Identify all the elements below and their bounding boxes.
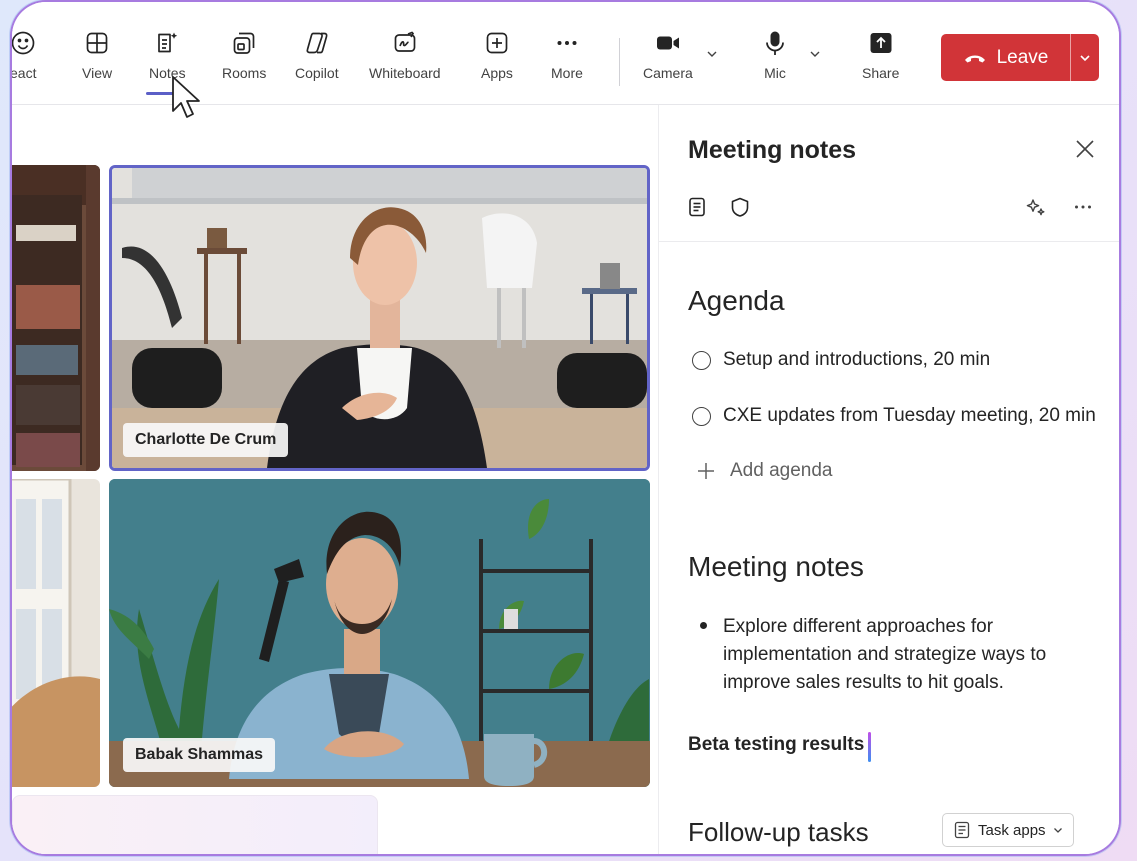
task-apps-label: Task apps <box>978 821 1046 839</box>
task-apps-button[interactable]: Task apps <box>942 813 1074 847</box>
notes-document-icon[interactable] <box>686 196 708 218</box>
chevron-down-icon <box>1080 54 1090 61</box>
copilot-button[interactable]: Copilot <box>295 30 339 81</box>
grid-view-icon <box>86 32 108 54</box>
react-label: eact <box>12 65 37 81</box>
agenda-item-text: Setup and introductions, 20 min <box>723 349 991 370</box>
mic-options-chevron-icon[interactable] <box>809 48 821 60</box>
camera-options-chevron-icon[interactable] <box>706 48 718 60</box>
sparkle-icon[interactable] <box>1025 196 1047 218</box>
more-button[interactable]: More <box>551 30 583 81</box>
meeting-notes-panel: Meeting notes Agenda Setup and introduct… <box>658 105 1119 854</box>
add-apps-icon <box>486 32 508 54</box>
share-upload-icon <box>870 33 892 53</box>
leave-label: Leave <box>996 46 1049 68</box>
more-dots-icon <box>557 41 577 45</box>
video-tile-active-speaker[interactable]: Charlotte De Crum <box>109 165 650 471</box>
whiteboard-button[interactable]: Whiteboard <box>369 30 441 81</box>
add-agenda-button[interactable]: Add agenda <box>696 460 833 482</box>
mouse-pointer-icon <box>172 76 200 118</box>
mic-label: Mic <box>764 65 786 81</box>
whiteboard-label: Whiteboard <box>369 65 441 81</box>
partial-video-feed <box>12 479 100 787</box>
camera-icon <box>656 36 679 50</box>
share-label: Share <box>862 65 900 81</box>
toolbar-divider <box>619 38 620 86</box>
panel-header-divider <box>659 241 1119 242</box>
agenda-item-text: CXE updates from Tuesday meeting, 20 min <box>723 405 1096 426</box>
mic-icon <box>766 31 784 55</box>
chevron-down-icon <box>1053 828 1062 833</box>
task-list-icon <box>954 821 970 839</box>
add-agenda-label: Add agenda <box>730 460 833 481</box>
camera-button[interactable]: Camera <box>643 30 693 81</box>
partial-video-feed <box>12 165 100 471</box>
mic-button[interactable]: Mic <box>762 30 788 81</box>
follow-up-heading: Follow-up tasks <box>688 817 869 847</box>
leave-main-action[interactable]: Leave <box>941 47 1070 69</box>
copilot-icon <box>306 32 328 54</box>
notes-sparkle-icon <box>158 32 178 53</box>
panel-title: Meeting notes <box>688 136 857 164</box>
view-label: View <box>82 65 113 81</box>
shield-icon[interactable] <box>729 196 751 218</box>
agenda-item[interactable]: CXE updates from Tuesday meeting, 20 min <box>692 405 1096 427</box>
beta-testing-text: Beta testing results <box>688 734 865 755</box>
bottom-card <box>12 795 378 854</box>
beta-testing-heading[interactable]: Beta testing results <box>688 730 872 762</box>
phone-hangup-icon <box>964 55 985 62</box>
participant-name-tag: Babak Shammas <box>123 738 276 772</box>
agenda-item[interactable]: Setup and introductions, 20 min <box>692 349 990 371</box>
notes-bullet-item[interactable]: Explore different approaches for impleme… <box>700 613 1100 697</box>
rooms-label: Rooms <box>222 65 267 81</box>
participant-name-tag: Charlotte De Crum <box>123 423 289 457</box>
collaborator-text-cursor <box>868 732 872 762</box>
whiteboard-icon <box>394 31 416 52</box>
leave-button[interactable]: Leave <box>941 34 1099 81</box>
meeting-notes-heading: Meeting notes <box>688 551 864 582</box>
apps-label: Apps <box>481 65 513 81</box>
notes-bullet-text: Explore different approaches for impleme… <box>723 616 1047 693</box>
partial-video-tile-top[interactable] <box>12 165 100 471</box>
rooms-icon <box>233 32 255 54</box>
plus-icon <box>698 463 714 479</box>
copilot-label: Copilot <box>295 65 339 81</box>
video-tile-participant[interactable]: Babak Shammas <box>109 479 650 787</box>
camera-label: Camera <box>643 65 693 81</box>
agenda-checkbox[interactable] <box>692 406 711 426</box>
react-button[interactable]: eact <box>12 30 36 81</box>
bullet-dot <box>700 622 707 629</box>
view-button[interactable]: View <box>82 30 112 81</box>
more-label: More <box>551 65 583 81</box>
apps-button[interactable]: Apps <box>481 30 513 81</box>
partial-video-tile-bottom[interactable] <box>12 479 100 787</box>
more-options-icon[interactable] <box>1072 196 1094 218</box>
emoji-react-icon <box>12 31 35 55</box>
leave-options-button[interactable] <box>1071 52 1099 64</box>
rooms-button[interactable]: Rooms <box>222 30 266 81</box>
close-icon[interactable] <box>1074 138 1096 160</box>
agenda-checkbox[interactable] <box>692 350 711 370</box>
video-stage: Charlotte De Crum Babak Shammas <box>12 105 658 854</box>
share-button[interactable]: Share <box>862 30 899 81</box>
teams-meeting-window: eact View Notes Rooms Copilot Whiteboard… <box>12 2 1119 854</box>
agenda-heading: Agenda <box>688 285 785 316</box>
